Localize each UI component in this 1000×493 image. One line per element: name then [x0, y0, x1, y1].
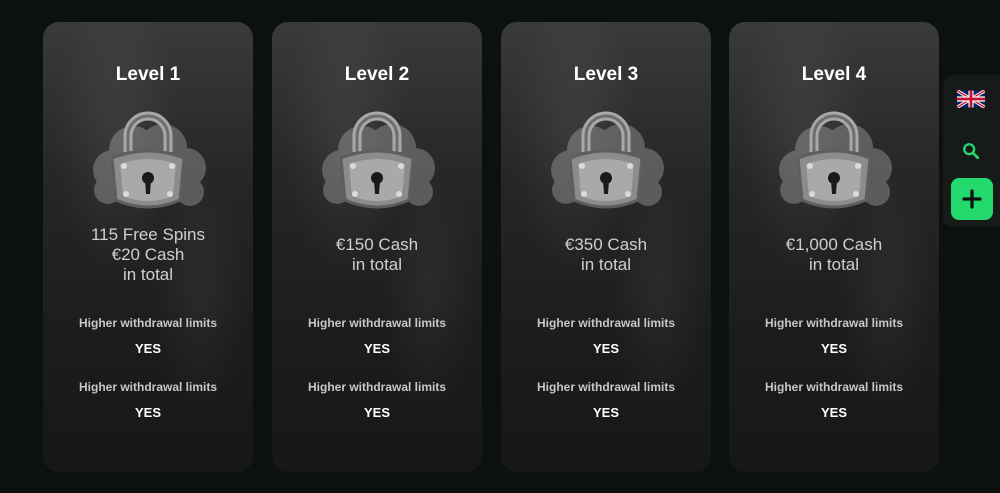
reward-text: 115 Free Spins €20 Cash in total [90, 225, 206, 284]
search-icon [963, 143, 980, 160]
level-title: Level 1 [115, 64, 181, 85]
perk-value: YES [134, 341, 161, 356]
level-title: Level 4 [801, 64, 867, 85]
language-button[interactable] [957, 89, 985, 109]
add-button[interactable] [951, 178, 993, 220]
reward-text: €150 Cash in total [335, 235, 419, 274]
perk-label: Higher withdrawal limits [307, 380, 447, 394]
level-card-4: Level 4 €1,000 Cash in total Higher with… [729, 22, 939, 472]
perk-value: YES [592, 341, 619, 356]
padlock-icon [322, 111, 435, 209]
perk-value: YES [134, 405, 161, 420]
padlock-icon [779, 111, 892, 209]
padlock-icon [551, 111, 664, 209]
perk-label: Higher withdrawal limits [307, 316, 447, 330]
perk-value: YES [363, 341, 390, 356]
perk-label: Higher withdrawal limits [536, 380, 676, 394]
perk-value: YES [820, 405, 847, 420]
reward-text: €350 Cash in total [564, 235, 648, 274]
reward-text: €1,000 Cash in total [785, 235, 883, 274]
search-button[interactable] [957, 139, 985, 163]
perk-label: Higher withdrawal limits [764, 380, 904, 394]
side-panel [943, 75, 1000, 227]
padlock-icon [93, 111, 206, 209]
level-card-1: Level 1 115 Free Spins €20 Cash in total… [43, 22, 253, 472]
perk-label: Higher withdrawal limits [78, 316, 218, 330]
perk-value: YES [820, 341, 847, 356]
perk-label: Higher withdrawal limits [764, 316, 904, 330]
perk-label: Higher withdrawal limits [536, 316, 676, 330]
uk-flag-icon [957, 90, 985, 108]
level-title: Level 3 [573, 64, 639, 85]
perk-value: YES [592, 405, 619, 420]
level-card-3: Level 3 €350 Cash in total Higher withdr… [501, 22, 711, 472]
perk-value: YES [363, 405, 390, 420]
perk-label: Higher withdrawal limits [78, 380, 218, 394]
level-title: Level 2 [344, 64, 410, 85]
plus-icon [962, 189, 982, 209]
level-card-2: Level 2 €150 Cash in total Higher withdr… [272, 22, 482, 472]
